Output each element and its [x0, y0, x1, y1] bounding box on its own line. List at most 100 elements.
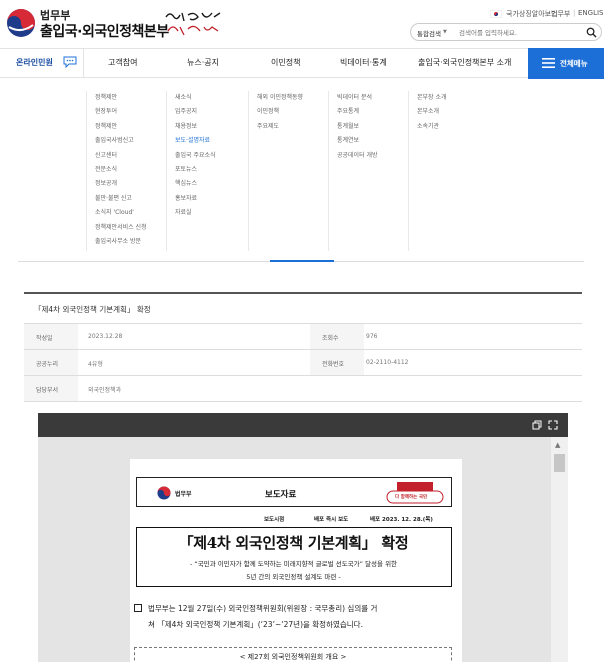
- mega-col-about: 본부장 소개 본부소개 소속기관: [408, 91, 488, 251]
- search-scope-select[interactable]: 통합검색: [417, 28, 441, 38]
- taegeuk-emblem-icon: [157, 486, 171, 500]
- mega-menu-link[interactable]: 입주공지: [175, 105, 246, 119]
- mega-menu-link[interactable]: 본부장 소개: [417, 91, 488, 105]
- mega-menu-link[interactable]: 보도·설명자료: [175, 134, 246, 148]
- release-timing-value: 배포 즉시 보도: [314, 517, 349, 523]
- mega-menu-link[interactable]: 핵심뉴스: [175, 177, 246, 191]
- document-viewer[interactable]: ▲ 법무부 보도자료 다 함께하는 국민 보도시점 배포 즉시 보도 배포 20…: [38, 413, 568, 662]
- doc-body-line-1: 법무부는 12월 27일(수) 외국인정책위원회(위원장 : 국무총리) 심의를…: [148, 604, 378, 613]
- mega-col-policy: 해외 이민정책동향 이민정책 주요제도: [248, 91, 328, 251]
- mega-menu-link[interactable]: 신고센터: [95, 149, 166, 163]
- press-release-label: 보도자료: [265, 490, 297, 500]
- site-header: 법무부 출입국·외국인정책본부 국가상징알아보기 | 법무부 | ENGLISH…: [0, 0, 604, 48]
- section-divider-accent: [270, 260, 334, 262]
- doc-ministry-name: 법무부: [175, 491, 192, 498]
- info-label-cell: 담당부서: [24, 376, 78, 401]
- campaign-badge-icon: [386, 482, 444, 504]
- mega-menu-link[interactable]: 소속기관: [417, 120, 488, 134]
- nav-about[interactable]: 출입국·외국인정책본부 소개: [418, 57, 511, 68]
- english-link[interactable]: ENGLISH: [578, 9, 604, 17]
- mega-menu-link[interactable]: 주요통계: [337, 105, 408, 119]
- info-label-cell: 공공누리: [24, 350, 78, 375]
- agency-name[interactable]: 출입국·외국인정책본부: [40, 21, 169, 41]
- main-navigation: 온라인민원 고객참여 뉴스·공지 이민정책 빅데이터·통계 출입국·외국인정책본…: [0, 48, 604, 79]
- nav-customer[interactable]: 고객참여: [108, 57, 137, 68]
- info-label-cell: 조회수: [310, 324, 364, 349]
- online-civil-service-button[interactable]: 온라인민원: [0, 49, 84, 77]
- mega-menu-link[interactable]: 통계연보: [337, 134, 408, 148]
- doc-title: 「제4차 외국인정책 기본계획」 확정: [178, 534, 409, 552]
- info-label-cell: 작성일: [24, 324, 78, 349]
- mega-menu-link[interactable]: 전문소식: [95, 163, 166, 177]
- mega-menu-link[interactable]: 출입국 주요소식: [175, 149, 246, 163]
- info-value: 2023.12.28: [88, 333, 123, 340]
- viewer-toolbar: [38, 413, 568, 437]
- scroll-up-arrow-icon[interactable]: ▲: [555, 441, 560, 449]
- search-input[interactable]: [459, 26, 579, 39]
- post-title-row: 「제4차 외국인정책 기본계획」 확정: [24, 294, 582, 324]
- release-timing-label: 보도시점: [264, 517, 285, 523]
- mega-menu-link[interactable]: 정보공개: [95, 177, 166, 191]
- meeting-summary-box: < 제27회 외국인정책위원회 개요 >: [134, 647, 452, 662]
- mega-menu-link[interactable]: 통계월보: [337, 120, 408, 134]
- post-info-row: 담당부서 외국인정책과: [24, 376, 582, 402]
- info-value: 외국인정책과: [88, 387, 122, 394]
- mega-menu-link[interactable]: 출입국사무소 방문: [95, 235, 166, 249]
- press-release-header: 법무부 보도자료 다 함께하는 국민: [136, 477, 452, 507]
- nav-bigdata[interactable]: 빅데이터·통계: [340, 57, 387, 68]
- post-detail: 「제4차 외국인정책 기본계획」 확정 작성일 2023.12.28 조회수 9…: [24, 292, 582, 402]
- chat-icon: [63, 56, 77, 68]
- meeting-summary-title: < 제27회 외국인정책위원회 개요 >: [239, 653, 347, 661]
- slogan-handwriting: [165, 12, 221, 36]
- mega-menu-link[interactable]: 불만·불편 신고: [95, 192, 166, 206]
- search-icon[interactable]: [586, 27, 597, 38]
- mega-menu-link[interactable]: 포토뉴스: [175, 163, 246, 177]
- mega-col-news: 새소식 입주공지 채용정보 보도·설명자료 출입국 주요소식 포토뉴스 핵심뉴스 홍보자료 자료…: [166, 91, 246, 251]
- mega-menu-link[interactable]: 채용정보: [175, 120, 246, 134]
- mega-menu-link[interactable]: 정책제안: [95, 91, 166, 105]
- moj-link[interactable]: 법무부: [551, 9, 570, 19]
- all-menu-button[interactable]: 전체메뉴: [528, 48, 604, 79]
- bullet-square-icon: [134, 604, 142, 612]
- post-info-row: 공공누리 4유형 전화번호 02-2110-4112: [24, 350, 582, 376]
- fullscreen-icon[interactable]: [548, 420, 558, 430]
- taegeuk-emblem-icon[interactable]: [6, 8, 36, 38]
- mega-menu-link[interactable]: 빅데이터 분석: [337, 91, 408, 105]
- document-page: 법무부 보도자료 다 함께하는 국민 보도시점 배포 즉시 보도 배포 2023…: [130, 459, 462, 662]
- mega-col-customer: 정책제안 현장투어 정책제안 출입국사범신고 신고센터 전문소식 정보공개 불만·불편 신고 소…: [86, 91, 166, 251]
- mega-menu-link[interactable]: 홍보자료: [175, 192, 246, 206]
- mega-menu-link[interactable]: 자료실: [175, 206, 246, 220]
- mega-menu-link[interactable]: 출입국사범신고: [95, 134, 166, 148]
- menu-icon: [542, 58, 555, 68]
- info-value: 4유형: [88, 361, 103, 368]
- nav-policy[interactable]: 이민정책: [271, 57, 300, 68]
- mega-menu-link[interactable]: 해외 이민정책동향: [257, 91, 328, 105]
- restore-icon[interactable]: [532, 420, 542, 430]
- mega-col-bigdata: 빅데이터 분석 주요통계 통계월보 통계연보 공공데이터 개방: [328, 91, 408, 251]
- info-value: 976: [366, 333, 378, 340]
- mega-menu-link[interactable]: 공공데이터 개방: [337, 149, 408, 163]
- mega-menu: 정책제안 현장투어 정책제안 출입국사범신고 신고센터 전문소식 정보공개 불만·불편 신고 소…: [0, 79, 604, 251]
- mega-menu-link[interactable]: 새소식: [175, 91, 246, 105]
- post-info-row: 작성일 2023.12.28 조회수 976: [24, 324, 582, 350]
- doc-body-line-2: 쳐 「제4차 외국인정책 기본계획」(‘23’~‘27년)을 확정하였습니다.: [148, 620, 363, 629]
- info-value: 02-2110-4112: [366, 359, 409, 366]
- national-symbol-link[interactable]: 국가상징알아보기: [506, 9, 558, 19]
- search-bar: 통합검색 ▼: [410, 23, 602, 41]
- scroll-thumb[interactable]: [554, 454, 565, 472]
- info-label-cell: 전화번호: [310, 350, 364, 375]
- chevron-down-icon[interactable]: ▼: [443, 29, 447, 35]
- viewer-scrollbar[interactable]: ▲: [551, 437, 568, 662]
- mega-menu-link[interactable]: 소식지 'Cloud': [95, 206, 166, 220]
- mega-menu-link[interactable]: 현장투어: [95, 105, 166, 119]
- mega-menu-link[interactable]: 정책제안: [95, 120, 166, 134]
- online-civil-service-label: 온라인민원: [16, 58, 53, 67]
- nav-news[interactable]: 뉴스·공지: [187, 57, 219, 68]
- doc-title-box: 「제4차 외국인정책 기본계획」 확정 - “국민과 이민자가 함께 도약하는 …: [136, 527, 452, 587]
- all-menu-label: 전체메뉴: [560, 59, 588, 68]
- post-title: 「제4차 외국인정책 기본계획」 확정: [34, 305, 151, 314]
- mega-menu-link[interactable]: 본부소개: [417, 105, 488, 119]
- mega-menu-link[interactable]: 주요제도: [257, 120, 328, 134]
- mega-menu-link[interactable]: 이민정책: [257, 105, 328, 119]
- mega-menu-link[interactable]: 정책제안서비스 신청: [95, 221, 166, 235]
